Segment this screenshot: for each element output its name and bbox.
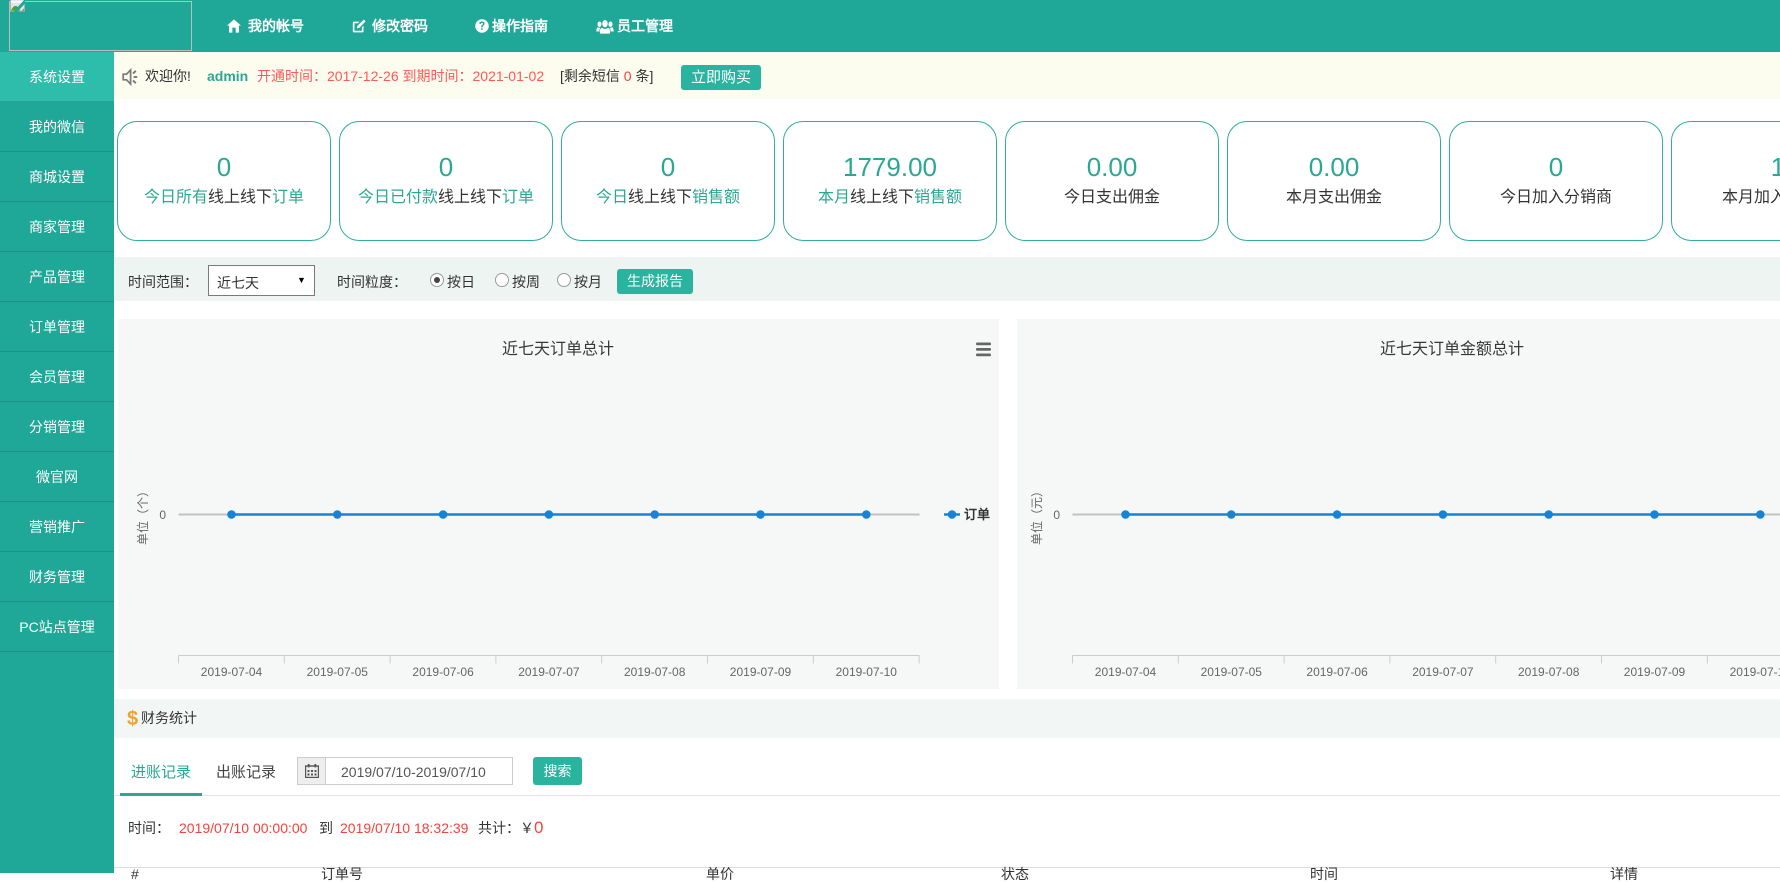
svg-text:0: 0: [1053, 508, 1060, 522]
svg-text:2019-07-07: 2019-07-07: [518, 665, 580, 679]
svg-text:2019-07-04: 2019-07-04: [201, 665, 263, 679]
svg-text:2019-07-10: 2019-07-10: [1730, 665, 1780, 679]
svg-text:2019-07-05: 2019-07-05: [307, 665, 369, 679]
svg-text:单位（个）: 单位（个）: [135, 485, 150, 545]
svg-text:2019-07-06: 2019-07-06: [1306, 665, 1368, 679]
svg-text:2019-07-06: 2019-07-06: [412, 665, 474, 679]
svg-text:2019-07-04: 2019-07-04: [1095, 665, 1157, 679]
svg-text:2019-07-07: 2019-07-07: [1412, 665, 1474, 679]
svg-text:2019-07-09: 2019-07-09: [1624, 665, 1686, 679]
svg-text:2019-07-05: 2019-07-05: [1201, 665, 1263, 679]
svg-text:单位（元）: 单位（元）: [1029, 485, 1044, 545]
svg-text:0: 0: [159, 508, 166, 522]
svg-text:2019-07-09: 2019-07-09: [730, 665, 792, 679]
svg-text:近七天订单总计: 近七天订单总计: [502, 340, 614, 358]
svg-text:2019-07-08: 2019-07-08: [624, 665, 686, 679]
svg-text:近七天订单金额总计: 近七天订单金额总计: [1380, 340, 1524, 358]
svg-text:2019-07-10: 2019-07-10: [836, 665, 898, 679]
svg-text:订单: 订单: [964, 507, 990, 522]
svg-text:2019-07-08: 2019-07-08: [1518, 665, 1580, 679]
